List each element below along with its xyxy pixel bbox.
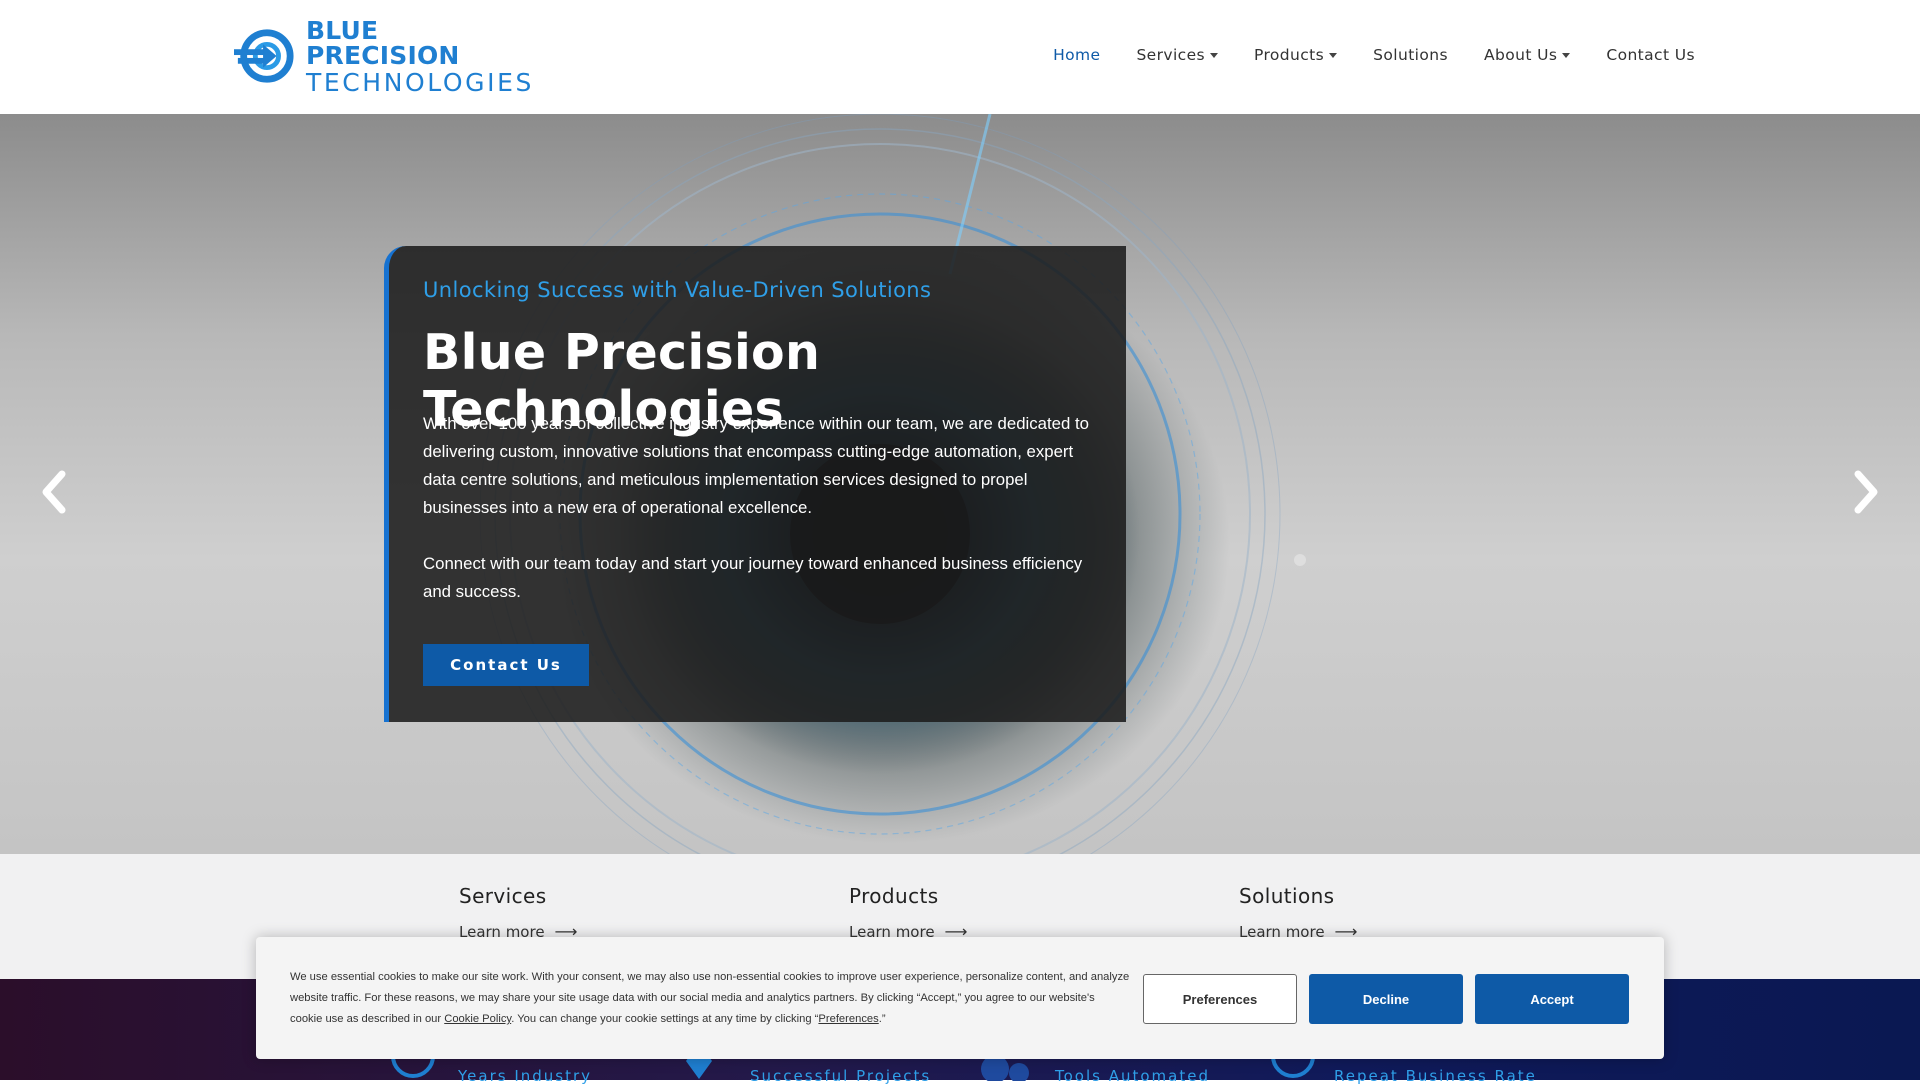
nav-label: Solutions — [1373, 46, 1448, 64]
feature-solutions: Solutions Learn more ⟶ — [1239, 884, 1357, 941]
hero-subtitle: Unlocking Success with Value-Driven Solu… — [423, 278, 932, 302]
nav-item-home[interactable]: Home — [1053, 46, 1100, 64]
preferences-link[interactable]: Preferences — [818, 1013, 878, 1025]
nav-label: Contact Us — [1606, 46, 1695, 64]
nav-label: Products — [1254, 46, 1325, 64]
nav-item-services[interactable]: Services — [1136, 46, 1218, 64]
nav-item-about-us[interactable]: About Us — [1483, 46, 1571, 64]
hero-paragraph-1: With over 100 years of collective indust… — [423, 414, 1089, 517]
nav-item-products[interactable]: Products — [1254, 46, 1338, 64]
caret-down-icon — [1329, 52, 1338, 58]
nav-item-contact-us[interactable]: Contact Us — [1606, 46, 1695, 64]
caret-down-icon — [1562, 52, 1571, 58]
site-header: BLUE PRECISION TECHNOLOGIES Home Service… — [0, 0, 1920, 114]
preferences-button[interactable]: Preferences — [1143, 974, 1297, 1024]
nav-label: Services — [1136, 46, 1205, 64]
feature-products: Products Learn more ⟶ — [849, 884, 967, 941]
cookie-policy-link[interactable]: Cookie Policy — [444, 1013, 511, 1025]
hero-contact-us-button[interactable]: Contact Us — [423, 644, 589, 686]
hero-card: Unlocking Success with Value-Driven Solu… — [384, 246, 1126, 722]
nav-label: About Us — [1483, 46, 1558, 64]
caret-down-icon — [1210, 52, 1218, 58]
cookie-message: We use essential cookies to make our sit… — [290, 967, 1130, 1030]
hero-paragraph-2: Connect with our team today and start yo… — [423, 554, 1083, 601]
accept-button[interactable]: Accept — [1475, 974, 1629, 1024]
cookie-text-part: . You can change your cookie settings at… — [511, 1013, 819, 1025]
hero-carousel: Unlocking Success with Value-Driven Solu… — [0, 114, 1920, 854]
stat-label: Tools Automated — [1055, 1067, 1210, 1085]
cookie-consent-banner: We use essential cookies to make our sit… — [256, 937, 1664, 1059]
logo-line2: TECHNOLOGIES — [305, 67, 534, 97]
nav-item-solutions[interactable]: Solutions — [1373, 46, 1448, 64]
carousel-next-arrow-icon[interactable] — [1846, 462, 1886, 522]
decline-button[interactable]: Decline — [1309, 974, 1463, 1024]
nav-label: Home — [1053, 46, 1101, 64]
logo-mark-icon — [234, 29, 294, 83]
stat-label: Years Industry — [458, 1067, 593, 1085]
logo[interactable]: BLUE PRECISION TECHNOLOGIES — [234, 18, 534, 95]
cookie-text-part: .” — [878, 1013, 886, 1025]
feature-title: Products — [849, 884, 939, 908]
logo-line1: BLUE PRECISION — [305, 15, 460, 70]
main-nav: Home Services Products Solutions About U… — [1017, 46, 1695, 64]
stat-label: Successful Projects — [750, 1067, 932, 1085]
stat-label: Repeat Business Rate — [1334, 1067, 1537, 1085]
feature-services: Services Learn more ⟶ — [459, 884, 577, 941]
carousel-prev-arrow-icon[interactable] — [34, 462, 74, 522]
feature-title: Services — [459, 884, 547, 908]
feature-title: Solutions — [1239, 884, 1335, 908]
